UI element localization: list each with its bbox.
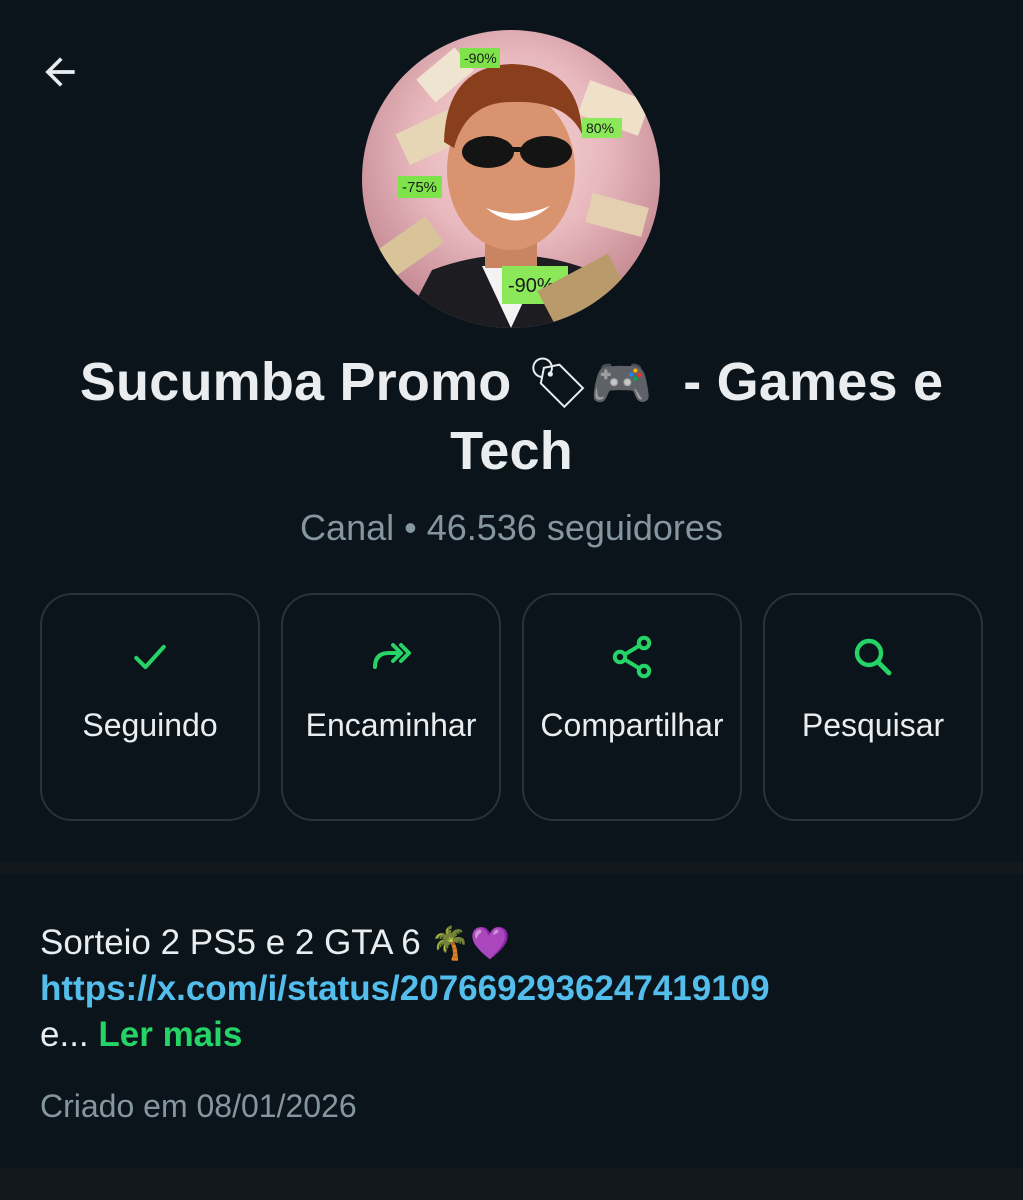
section-divider-bottom bbox=[0, 1168, 1023, 1200]
channel-name: Sucumba Promo bbox=[79, 352, 512, 412]
channel-description: Sorteio 2 PS5 e 2 GTA 6 🌴💜 https://x.com… bbox=[40, 920, 983, 1058]
channel-followers: Canal • 46.536 seguidores bbox=[300, 507, 723, 548]
created-date: Criado em 08/01/2026 bbox=[40, 1088, 357, 1124]
share-label: Compartilhar bbox=[540, 707, 724, 743]
palm-heart-emoji: 🌴💜 bbox=[430, 924, 511, 962]
avatar-tag: -90% bbox=[464, 50, 497, 66]
channel-title: Sucumba Promo 🏷🎮 - Games e Tech bbox=[30, 348, 993, 485]
avatar-tag: 80% bbox=[586, 120, 614, 136]
following-button[interactable]: Seguindo bbox=[40, 593, 260, 821]
avatar-image: -90% 80% -75% -90% bbox=[378, 47, 651, 328]
arrow-left-icon bbox=[45, 57, 75, 87]
forward-button[interactable]: Encaminhar bbox=[281, 593, 501, 821]
search-button[interactable]: Pesquisar bbox=[763, 593, 983, 821]
tag-gamepad-emoji: 🏷🎮 bbox=[526, 354, 653, 412]
following-label: Seguindo bbox=[82, 707, 218, 743]
description-truncated: e... bbox=[40, 1015, 89, 1054]
avatar-tag: -75% bbox=[402, 179, 437, 196]
description-link[interactable]: https://x.com/i/status/20766929362474191… bbox=[40, 966, 983, 1012]
check-icon bbox=[126, 633, 174, 681]
search-label: Pesquisar bbox=[801, 707, 945, 743]
forward-icon bbox=[367, 633, 415, 681]
channel-actions: Seguindo Encaminhar Compartilhar Pesquis… bbox=[40, 593, 983, 821]
channel-avatar[interactable]: -90% 80% -75% -90% bbox=[362, 30, 660, 328]
channel-name-suffix: - Games e Tech bbox=[450, 352, 944, 481]
back-button[interactable] bbox=[32, 44, 88, 100]
forward-label: Encaminhar bbox=[305, 707, 477, 743]
description-text: Sorteio 2 PS5 e 2 GTA 6 bbox=[40, 923, 421, 962]
share-icon bbox=[608, 633, 656, 681]
read-more-link[interactable]: Ler mais bbox=[98, 1015, 242, 1054]
search-icon bbox=[849, 633, 897, 681]
section-divider bbox=[0, 862, 1023, 874]
share-button[interactable]: Compartilhar bbox=[522, 593, 742, 821]
